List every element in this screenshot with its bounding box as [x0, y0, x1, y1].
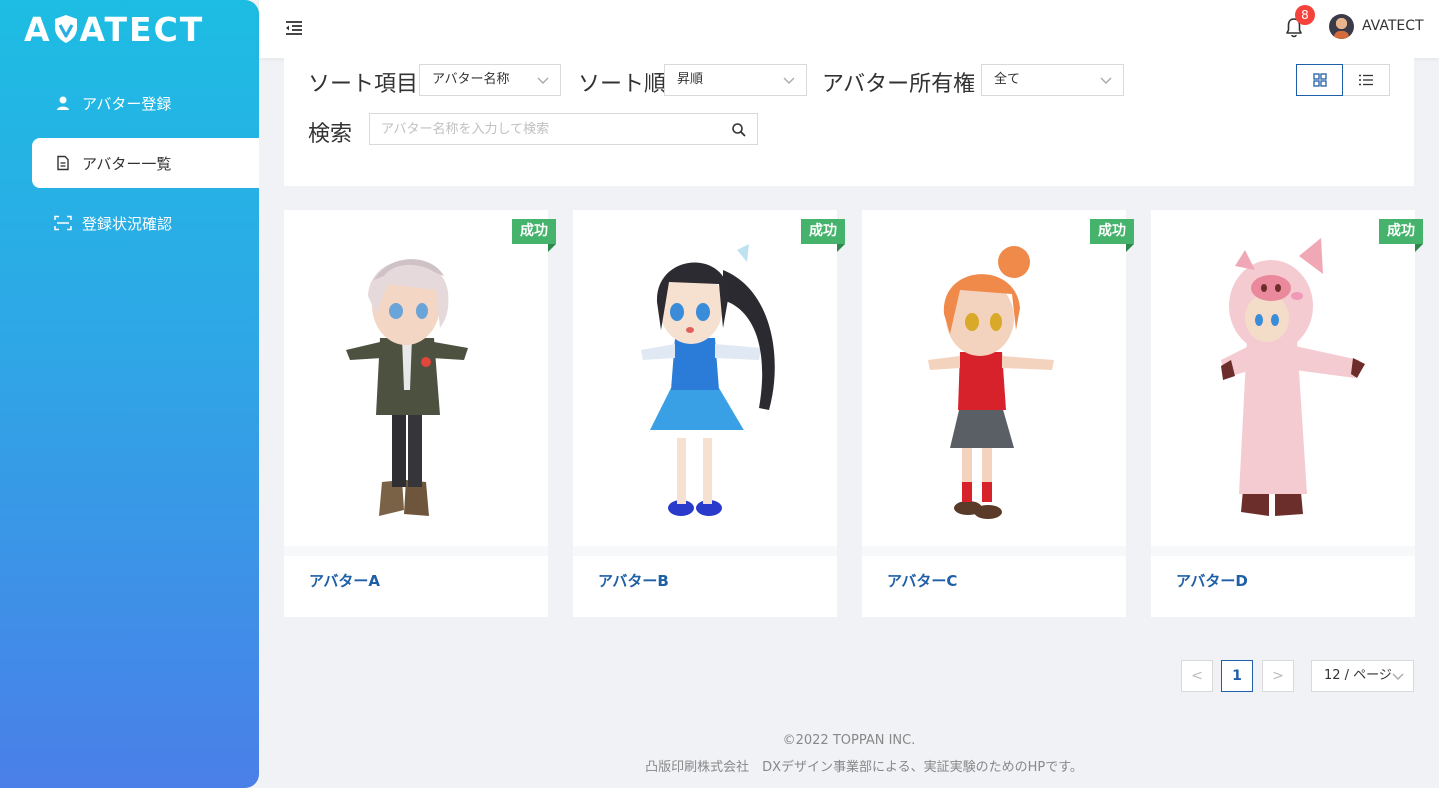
notification-badge: 8	[1295, 5, 1315, 25]
filter-panel: ソート項目 アバター名称 ソート順 昇順 アバター所有権 全て 検索 アバター名…	[284, 58, 1414, 186]
user-icon	[54, 94, 72, 112]
card-divider	[573, 546, 837, 556]
sidebar-item-label: アバター一覧	[82, 154, 172, 173]
sidebar-item-registration-status[interactable]: 登録状況確認	[32, 198, 259, 248]
avatar-card[interactable]: 成功 アバターA	[284, 210, 556, 617]
status-badge: 成功	[1379, 219, 1423, 252]
logo-text-left: A	[24, 9, 52, 49]
avatar-card[interactable]: 成功 アバターD	[1151, 210, 1423, 617]
prev-page-label: <	[1191, 668, 1203, 684]
document-icon	[54, 154, 72, 172]
sidebar-item-avatar-register[interactable]: アバター登録	[32, 78, 259, 128]
ownership-select[interactable]: 全て	[981, 64, 1124, 96]
search-label: 検索	[308, 122, 353, 147]
sort-order-select[interactable]: 昇順	[664, 64, 807, 96]
list-view-button[interactable]	[1343, 64, 1390, 96]
avatar-thumbnail[interactable]	[862, 210, 1126, 546]
logo-text-right: ATECT	[79, 9, 205, 49]
chevron-down-icon	[1392, 673, 1404, 680]
search-box	[369, 113, 758, 145]
sort-item-label: ソート項目	[308, 72, 419, 97]
page-1-button[interactable]: 1	[1221, 660, 1253, 692]
menu-fold-icon[interactable]	[283, 17, 305, 39]
avatar-name-link[interactable]: アバターA	[309, 570, 380, 591]
shield-logo-icon	[54, 15, 77, 43]
sort-order-value: 昇順	[677, 72, 704, 87]
avatar-thumbnail[interactable]	[573, 210, 837, 546]
avatar-thumbnail[interactable]	[284, 210, 548, 546]
avatar-d-image	[1221, 238, 1365, 516]
search-input[interactable]	[370, 114, 710, 144]
brand-logo[interactable]: A ATECT	[24, 9, 205, 49]
status-badge: 成功	[512, 219, 556, 252]
sidebar-nav: アバター登録 アバター一覧 登録状況確認	[0, 78, 259, 258]
sort-item-value: アバター名称	[432, 72, 510, 87]
avatar[interactable]	[1329, 14, 1354, 39]
search-icon[interactable]	[731, 122, 747, 138]
page-size-value: 12 / ページ	[1324, 668, 1392, 683]
ownership-label: アバター所有権	[822, 72, 976, 97]
next-page-button[interactable]: >	[1262, 660, 1294, 692]
list-icon	[1359, 74, 1373, 86]
username[interactable]: AVATECT	[1362, 18, 1424, 34]
sort-item-select[interactable]: アバター名称	[419, 64, 561, 96]
avatar-card[interactable]: 成功 アバターC	[862, 210, 1134, 617]
card-divider	[284, 546, 548, 556]
sidebar-item-label: 登録状況確認	[82, 214, 173, 233]
grid-icon	[1312, 73, 1327, 87]
current-page-number: 1	[1232, 668, 1242, 684]
avatar-name-link[interactable]: アバターB	[598, 570, 669, 591]
footer-copyright: ©2022 TOPPAN INC.	[782, 733, 916, 748]
avatar-card[interactable]: 成功 アバターB	[573, 210, 845, 617]
chevron-down-icon	[783, 77, 795, 84]
sidebar: A ATECT アバター登録 アバター一覧 登録状況確認	[0, 0, 259, 788]
next-page-label: >	[1272, 668, 1284, 684]
scan-icon	[54, 214, 72, 232]
avatar-a-image	[346, 259, 468, 516]
avatar-b-image	[641, 244, 775, 516]
sidebar-item-label: アバター登録	[82, 94, 172, 113]
top-header: 8 AVATECT	[259, 0, 1439, 58]
status-badge: 成功	[801, 219, 845, 252]
page-size-select[interactable]: 12 / ページ	[1311, 660, 1414, 692]
prev-page-button[interactable]: <	[1181, 660, 1213, 692]
avatar-c-image	[928, 246, 1054, 519]
ownership-value: 全て	[994, 72, 1021, 87]
card-divider	[1151, 546, 1415, 556]
avatar-thumbnail[interactable]	[1151, 210, 1415, 546]
grid-view-button[interactable]	[1296, 64, 1343, 96]
avatar-name-link[interactable]: アバターD	[1176, 570, 1248, 591]
footer-note: 凸版印刷株式会社 DXデザイン事業部による、実証実験のためのHPです。	[645, 760, 1083, 775]
chevron-down-icon	[1100, 77, 1112, 84]
chevron-down-icon	[537, 77, 549, 84]
sidebar-item-avatar-list[interactable]: アバター一覧	[32, 138, 259, 188]
card-divider	[862, 546, 1126, 556]
status-badge: 成功	[1090, 219, 1134, 252]
avatar-name-link[interactable]: アバターC	[887, 570, 957, 591]
view-toggle	[1296, 64, 1390, 96]
sort-order-label: ソート順	[578, 72, 667, 97]
